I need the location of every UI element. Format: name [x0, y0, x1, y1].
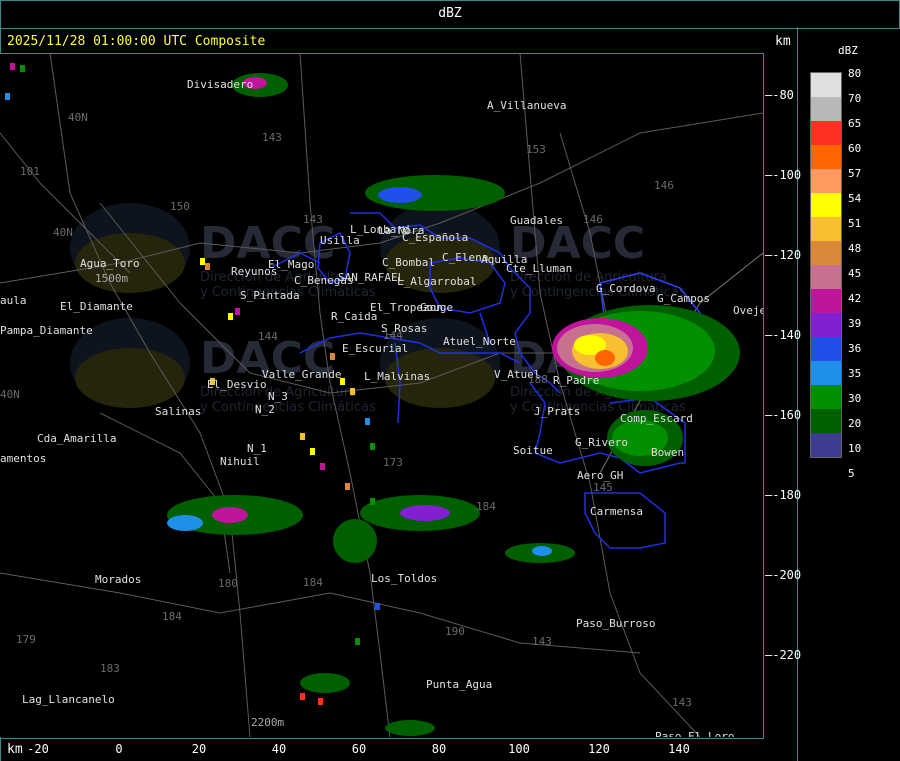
y-tick-label: –-140 — [765, 328, 802, 342]
y-tick-label: –-160 — [765, 408, 802, 422]
x-tick-label: 120 — [588, 742, 610, 756]
legend-swatch-35 — [811, 361, 841, 385]
legend-label-60: 60 — [848, 142, 862, 155]
x-tick-label: 60 — [351, 742, 367, 756]
legend-swatch-36 — [811, 337, 841, 361]
legend-swatch-45 — [811, 265, 841, 289]
y-tick-label: –-220 — [765, 648, 802, 662]
y-tick-label: –-180 — [765, 488, 802, 502]
y-tick-label: –-100 — [765, 168, 802, 182]
legend-title: dBZ — [838, 44, 858, 57]
x-tick-label: 100 — [508, 742, 530, 756]
legend-swatch-54 — [811, 193, 841, 217]
y-unit-label: km — [775, 34, 791, 49]
legend-label-20: 20 — [848, 417, 862, 430]
y-tick-label: –-200 — [765, 568, 802, 582]
x-tick-label: 80 — [431, 742, 447, 756]
legend-labels: 80 70 65 60 57 54 51 48 45 42 39 36 35 30 20 10 5 — [848, 67, 861, 492]
x-tick-label: 140 — [668, 742, 690, 756]
x-tick-label: 0 — [115, 742, 123, 756]
legend-swatch-20 — [811, 409, 841, 433]
legend-label-80: 80 — [848, 67, 862, 80]
y-tick-label: –-120 — [765, 248, 802, 262]
legend-label-10: 10 — [848, 442, 862, 455]
legend-swatch-48 — [811, 241, 841, 265]
legend-label-42: 42 — [848, 292, 862, 305]
legend-swatch-51 — [811, 217, 841, 241]
legend-label-39: 39 — [848, 317, 862, 330]
x-unit-label: km — [7, 742, 23, 757]
x-tick-label: -20 — [27, 742, 49, 756]
x-tick-label: 20 — [191, 742, 207, 756]
y-tick-label: –-80 — [765, 88, 794, 102]
legend-label-65: 65 — [848, 117, 862, 130]
window-title: dBZ — [438, 6, 462, 21]
legend-label-51: 51 — [848, 217, 862, 230]
legend-label-45: 45 — [848, 267, 862, 280]
legend-swatch-30 — [811, 385, 841, 409]
legend-label-35: 35 — [848, 367, 862, 380]
legend-swatch-65 — [811, 121, 841, 145]
legend-label-48: 48 — [848, 242, 862, 255]
legend-swatch-42 — [811, 289, 841, 313]
color-legend — [810, 72, 842, 458]
legend-label-70: 70 — [848, 92, 862, 105]
timestamp-label: 2025/11/28 01:00:00 UTC Composite — [7, 34, 266, 49]
x-tick-label: 40 — [271, 742, 287, 756]
legend-swatch-70 — [811, 97, 841, 121]
legend-swatch-80 — [811, 73, 841, 97]
legend-label-30: 30 — [848, 392, 862, 405]
legend-label-54: 54 — [848, 192, 862, 205]
map-frame — [0, 53, 764, 739]
legend-label-5: 5 — [848, 467, 855, 480]
legend-label-57: 57 — [848, 167, 862, 180]
legend-swatch-57 — [811, 169, 841, 193]
legend-label-36: 36 — [848, 342, 862, 355]
legend-swatch-60 — [811, 145, 841, 169]
legend-swatch-39 — [811, 313, 841, 337]
legend-swatch-10 — [811, 433, 841, 457]
